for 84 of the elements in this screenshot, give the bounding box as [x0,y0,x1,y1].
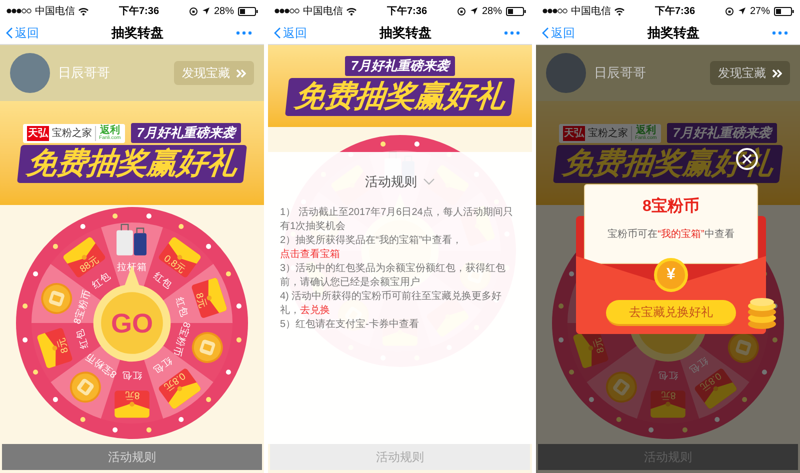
discover-button[interactable]: 发现宝藏 [710,61,790,85]
coin-icon [70,372,101,403]
rotation-lock-icon [188,6,198,16]
wifi-icon [614,6,625,16]
prize-message: 宝粉币可在“我的宝箱”中查看 [608,228,734,242]
rule-link[interactable]: 点击查看宝箱 [280,248,340,260]
battery-percent: 28% [482,4,502,18]
coin-icon [606,372,637,403]
battery-percent: 27% [750,4,770,18]
more-icon [236,31,252,35]
back-icon [274,27,281,39]
envelope-icon [114,390,150,418]
rule-text: 4) 活动中所获得的宝粉币可前往至宝藏兑换更多好礼，去兑换 [280,290,503,318]
back-button[interactable]: 返回 [6,24,39,42]
headline: 免费抽奖赢好礼 [17,144,247,183]
brand-name: 宝粉之家 [588,126,628,141]
tagline: 7月好礼重磅来袭 [344,56,456,76]
user-name: 日辰哥哥 [594,64,646,82]
status-time: 下午7:36 [654,4,695,18]
chevron-down-icon [423,178,435,186]
rule-link[interactable]: 去兑换 [300,304,330,316]
brand-mark: 天弘 [563,126,586,141]
tagline: 7月好礼重磅来袭 [666,123,777,143]
prize-label: 红包 [658,369,678,380]
prize-label: 红包 [122,369,142,380]
location-icon [738,7,746,15]
status-time: 下午7:36 [118,4,159,18]
partner-name: 返利 [100,126,120,136]
brand-name: 宝粉之家 [52,126,92,141]
coins-drawing [746,296,778,330]
headline: 免费抽奖赢好礼 [285,78,515,116]
prize-label: 红包 [172,296,190,318]
signal-icon [6,8,32,14]
signal-icon [274,8,300,14]
wifi-icon [78,6,89,16]
more-icon [504,31,520,35]
partner-name: 返利 [636,126,656,136]
prize-amount: 8元 [124,390,140,401]
back-button[interactable]: 返回 [274,24,307,42]
chevrons-icon [772,68,782,78]
location-icon [202,7,210,15]
more-icon [772,31,788,35]
user-name: 日辰哥哥 [58,64,110,82]
page-title: 抽奖转盘 [648,24,700,42]
discover-button[interactable]: 发现宝藏 [174,61,254,85]
avatar-placeholder [10,53,50,93]
rule-text: 2）抽奖所获得奖品在“我的宝箱”中查看， 点击查看宝箱 [280,234,464,262]
prize-label: 红包 [74,328,92,350]
back-icon [6,27,13,39]
rotation-lock-icon [456,6,466,16]
carrier-name: 中国电信 [303,4,343,18]
envelope-icon [650,390,686,418]
prize-amount: 8元 [592,336,608,354]
rule-text: 3）活动中的红包奖品为余额宝份额红包，获得红包前，请确认您已经是余额宝用户 [280,262,507,290]
back-button[interactable]: 返回 [542,24,575,42]
rules-bar[interactable]: 活动规则 [2,444,262,470]
avatar-placeholder [546,53,586,93]
prize-amount: 8元 [192,292,208,310]
brand-mark: 天弘 [27,126,50,141]
carrier-name: 中国电信 [35,4,75,18]
battery-icon [774,6,794,16]
rotation-lock-icon [724,6,734,16]
chevrons-icon [236,68,246,78]
wifi-icon [346,6,357,16]
battery-percent: 28% [214,4,234,18]
location-icon [470,7,478,15]
prize-amount: 8元 [56,336,72,354]
prize-amount: 8元 [660,390,676,401]
page-title: 抽奖转盘 [112,24,164,42]
rule-text: 5）红包请在支付宝-卡券中查看 [280,318,420,332]
rules-bar[interactable]: 活动规则 [270,444,530,470]
rule-text: 1） 活动截止至2017年7月6日24点，每人活动期间只有1次抽奖机会 [280,206,514,234]
exchange-button[interactable]: 去宝藏兑换好礼 [606,300,736,326]
status-time: 下午7:36 [386,4,427,18]
page-title: 抽奖转盘 [380,24,432,42]
tagline: 7月好礼重磅来袭 [130,123,241,143]
back-icon [542,27,549,39]
carrier-name: 中国电信 [571,4,611,18]
battery-icon [238,6,258,16]
prize-title: 8宝粉币 [642,196,700,217]
signal-icon [542,8,568,14]
rules-title: 活动规则 [365,173,417,191]
suitcase-icon [116,224,146,256]
battery-icon [506,6,526,16]
